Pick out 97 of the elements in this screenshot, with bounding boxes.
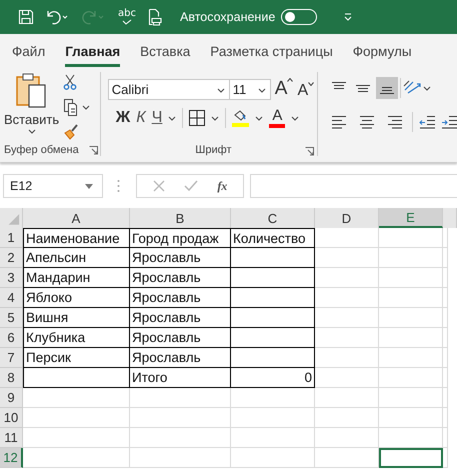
sheet-cell[interactable]: Вишня bbox=[23, 308, 130, 328]
increase-font-button[interactable]: A bbox=[274, 78, 294, 100]
row-header[interactable]: 3 bbox=[0, 268, 23, 288]
sheet-cell[interactable]: Ярославль bbox=[130, 308, 231, 328]
caret-icon[interactable] bbox=[255, 116, 264, 120]
sheet-cell[interactable] bbox=[231, 308, 315, 328]
text-orientation-icon[interactable] bbox=[402, 80, 431, 96]
cut-icon[interactable] bbox=[63, 74, 78, 90]
formula-input[interactable] bbox=[250, 174, 457, 198]
cancel-icon[interactable] bbox=[152, 180, 165, 192]
copy-icon[interactable] bbox=[63, 98, 92, 116]
ribbon-tab[interactable]: Вставка bbox=[140, 38, 190, 67]
ribbon-tab[interactable]: Файл bbox=[12, 38, 46, 67]
sheet-cell[interactable] bbox=[231, 248, 315, 268]
bold-button[interactable]: Ж bbox=[116, 109, 130, 127]
drag-handle-icon[interactable] bbox=[117, 179, 120, 193]
select-all-icon[interactable] bbox=[0, 208, 23, 228]
ribbon-tab[interactable]: Формулы bbox=[352, 38, 412, 67]
decrease-indent-icon[interactable] bbox=[418, 115, 435, 129]
column-header[interactable]: B bbox=[130, 208, 231, 228]
sheet-cell[interactable]: Ярославль bbox=[130, 348, 231, 368]
sheet-cell[interactable]: Ярославль bbox=[130, 328, 231, 348]
column-header[interactable]: C bbox=[231, 208, 315, 228]
row-header[interactable]: 1 bbox=[0, 228, 23, 248]
italic-button[interactable]: К bbox=[136, 109, 146, 127]
caret-icon bbox=[258, 88, 266, 92]
column-header[interactable]: D bbox=[315, 208, 379, 228]
font-name-dropdown[interactable]: Calibri bbox=[108, 78, 230, 100]
paste-button[interactable]: Вставить bbox=[0, 68, 64, 144]
name-box[interactable]: E12 bbox=[3, 174, 103, 198]
sheet-cell[interactable] bbox=[231, 268, 315, 288]
caret-icon bbox=[308, 82, 314, 86]
underline-button[interactable]: Ч bbox=[152, 109, 162, 127]
group-label: Шрифт bbox=[195, 144, 232, 156]
sheet-cell[interactable]: 0 bbox=[231, 368, 315, 388]
caret-up-icon bbox=[287, 78, 294, 82]
insert-function-button[interactable]: fx bbox=[217, 178, 228, 194]
row-header[interactable]: 9 bbox=[0, 388, 23, 408]
group-label: Буфер обмена bbox=[4, 144, 79, 156]
font-color-button[interactable]: A bbox=[269, 108, 286, 128]
column-header[interactable] bbox=[443, 208, 457, 228]
autosave-toggle[interactable] bbox=[281, 9, 318, 25]
sheet-cell[interactable]: Ярославль bbox=[130, 288, 231, 308]
fill-color-icon[interactable] bbox=[232, 109, 250, 127]
row-header[interactable]: 12 bbox=[0, 448, 23, 468]
row-header[interactable]: 5 bbox=[0, 308, 23, 328]
undo-icon[interactable] bbox=[46, 9, 70, 25]
sheet-cell[interactable]: Наименование bbox=[23, 228, 130, 248]
sheet-cell[interactable]: Персик bbox=[23, 348, 130, 368]
row-header[interactable]: 8 bbox=[0, 368, 23, 388]
align-center-icon bbox=[358, 115, 375, 129]
spelling-button[interactable]: abc bbox=[118, 9, 136, 25]
dialog-launcher-icon[interactable] bbox=[305, 147, 314, 156]
caret-icon bbox=[28, 129, 36, 134]
ribbon-tab[interactable]: Разметка страницы bbox=[210, 38, 333, 67]
print-preview-icon[interactable] bbox=[148, 8, 162, 26]
dialog-launcher-icon[interactable] bbox=[88, 146, 98, 154]
caret-icon[interactable] bbox=[168, 116, 176, 120]
caret-icon[interactable] bbox=[211, 116, 220, 120]
sheet-cell[interactable]: Яблоко bbox=[23, 288, 130, 308]
caret-icon bbox=[216, 88, 225, 92]
sheet-cell[interactable]: Апельсин bbox=[23, 248, 130, 268]
row-header[interactable]: 2 bbox=[0, 248, 23, 268]
sheet-cell[interactable] bbox=[231, 328, 315, 348]
customize-caret-icon[interactable] bbox=[343, 13, 354, 21]
row-header[interactable]: 4 bbox=[0, 288, 23, 308]
sheet-cell[interactable]: Количество bbox=[231, 228, 315, 248]
font-size-dropdown[interactable]: 11 bbox=[228, 78, 271, 100]
sheet-cell[interactable]: Клубника bbox=[23, 328, 130, 348]
row-header[interactable]: 10 bbox=[0, 408, 23, 428]
row-header[interactable]: 11 bbox=[0, 428, 23, 448]
checkmark-icon bbox=[122, 19, 132, 25]
sheet-cell[interactable] bbox=[23, 368, 130, 388]
row-header[interactable]: 6 bbox=[0, 328, 23, 348]
borders-icon[interactable] bbox=[189, 110, 206, 126]
caret-icon[interactable] bbox=[291, 116, 300, 120]
sheet-cell[interactable]: Город продаж bbox=[130, 228, 231, 248]
row-header[interactable]: 7 bbox=[0, 348, 23, 368]
sheet-cell[interactable] bbox=[231, 288, 315, 308]
column-header[interactable]: E bbox=[379, 208, 443, 228]
sheet-cell[interactable]: Итого bbox=[130, 368, 231, 388]
sheet-cell[interactable]: Ярославль bbox=[130, 248, 231, 268]
decrease-font-button[interactable]: A bbox=[297, 82, 314, 100]
autosave-label: Автосохранение bbox=[180, 10, 276, 24]
sheet-cell[interactable]: Ярославль bbox=[130, 268, 231, 288]
dropdown-arrow-icon bbox=[85, 184, 93, 188]
sheet-cell[interactable] bbox=[231, 348, 315, 368]
align-right-icon bbox=[386, 115, 403, 129]
ribbon-tab[interactable]: Главная bbox=[65, 38, 120, 67]
increase-indent-icon[interactable] bbox=[440, 115, 457, 129]
align-bottom-button[interactable] bbox=[376, 77, 398, 99]
sheet-cell[interactable]: Мандарин bbox=[23, 268, 130, 288]
selected-cell[interactable] bbox=[379, 448, 443, 468]
format-painter-icon[interactable] bbox=[63, 124, 80, 140]
align-left-icon bbox=[330, 115, 347, 129]
column-header[interactable]: A bbox=[23, 208, 130, 228]
save-icon[interactable] bbox=[18, 9, 34, 25]
